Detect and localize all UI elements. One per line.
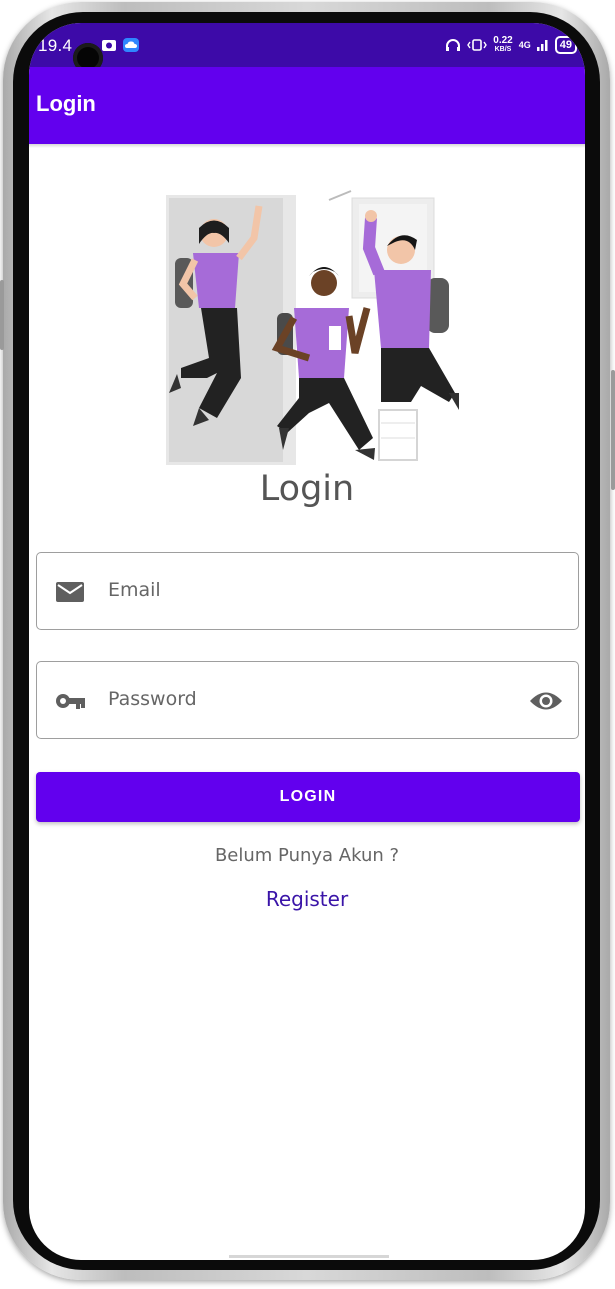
signal-icon [536,40,548,51]
status-bar: 19.4 0.22 KB/S 4G 49 [29,23,585,73]
no-account-text: Belum Punya Akun ? [214,845,400,866]
headphones-icon [446,39,461,51]
battery-indicator: 49 [554,36,577,54]
volume-button [0,280,4,350]
gallery-notification-icon [102,40,116,51]
status-time: 19.4 [38,36,73,55]
email-field[interactable]: Email [36,552,579,630]
phone-screen: 19.4 0.22 KB/S 4G 49 Login Login Email P… [29,23,585,1260]
vibrate-icon [467,39,488,51]
key-icon [56,694,85,709]
status-icons: 0.22 KB/S 4G 49 [445,34,577,56]
network-speed: 0.22 KB/S [493,36,512,54]
network-type: 4G [518,40,531,50]
power-button [611,370,615,490]
login-button[interactable]: LOGIN [36,772,580,822]
password-field[interactable]: Password [36,661,579,739]
eye-icon[interactable] [529,688,563,714]
app-bar-shadow [29,144,585,148]
register-link[interactable]: Register [29,887,585,911]
network-speed-value: 0.22 [493,35,513,46]
home-indicator[interactable] [229,1255,389,1258]
app-bar: Login [29,67,585,144]
cloud-notification-icon [123,38,139,52]
password-placeholder: Password [108,688,197,710]
page-heading: Login [259,469,355,509]
network-speed-unit: KB/S [494,46,512,53]
email-placeholder: Email [108,579,161,601]
envelope-icon [56,582,84,602]
app-bar-title: Login [36,91,96,116]
jumping-students-illustration [166,190,459,465]
